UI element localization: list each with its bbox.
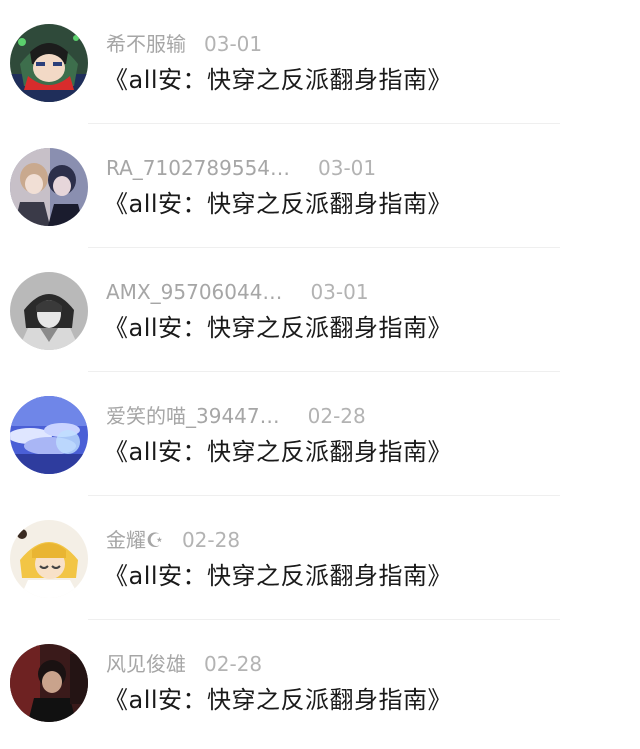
comment-meta: 希不服输 03-01 — [106, 30, 262, 58]
comment-text: 《all安：快穿之反派翻身指南》 — [104, 562, 453, 590]
avatar-blue-sky-icon — [10, 396, 88, 474]
user-avatar[interactable] — [10, 396, 88, 474]
comment-meta: RA_7102789554… 03-01 — [106, 154, 376, 182]
comment-item[interactable]: 希不服输 03-01 《all安：快穿之反派翻身指南》 — [0, 0, 640, 124]
comment-meta: 爱笑的喵_39447… 02-28 — [106, 402, 366, 430]
comment-item[interactable]: 金耀☪ 02-28 《all安：快穿之反派翻身指南》 — [0, 496, 640, 620]
comment-date: 03-01 — [204, 32, 263, 56]
comment-meta: 风见俊雄 02-28 — [106, 650, 262, 678]
avatar-green-hood-icon — [10, 24, 88, 102]
comment-date: 03-01 — [310, 280, 369, 304]
comment-item[interactable]: 爱笑的喵_39447… 02-28 《all安：快穿之反派翻身指南》 — [0, 372, 640, 496]
comment-list: 希不服输 03-01 《all安：快穿之反派翻身指南》 RA_7102789554… — [0, 0, 640, 749]
comment-item[interactable]: RA_7102789554… 03-01 《all安：快穿之反派翻身指南》 — [0, 124, 640, 248]
avatar-blonde-anime-icon — [10, 520, 88, 598]
comment-item[interactable]: AMX_95706044… 03-01 《all安：快穿之反派翻身指南》 — [0, 248, 640, 372]
username[interactable]: RA_7102789554… — [106, 154, 290, 182]
avatar-dark-photo-icon — [10, 644, 88, 722]
user-avatar[interactable] — [10, 24, 88, 102]
comment-date: 02-28 — [181, 528, 241, 552]
comment-date: 02-28 — [204, 652, 263, 676]
comment-date: 03-01 — [318, 156, 377, 180]
user-avatar[interactable] — [10, 272, 88, 350]
username[interactable]: 风见俊雄 — [106, 650, 186, 678]
username[interactable]: AMX_95706044… — [106, 278, 282, 306]
avatar-anime-duo-icon — [10, 148, 88, 226]
comment-text: 《all安：快穿之反派翻身指南》 — [104, 190, 453, 218]
comment-text: 《all安：快穿之反派翻身指南》 — [104, 314, 453, 342]
comment-meta: 金耀☪ 02-28 — [106, 526, 240, 554]
comment-date: 02-28 — [307, 404, 366, 428]
comment-item[interactable]: 风见俊雄 02-28 《all安：快穿之反派翻身指南》 — [0, 620, 640, 744]
avatar-grey-sketch-icon — [10, 272, 88, 350]
comment-meta: AMX_95706044… 03-01 — [106, 278, 369, 306]
comment-text: 《all安：快穿之反派翻身指南》 — [104, 66, 453, 94]
comment-text: 《all安：快穿之反派翻身指南》 — [104, 686, 453, 714]
username[interactable]: 爱笑的喵_39447… — [106, 402, 280, 430]
username[interactable]: 金耀☪ — [106, 526, 164, 554]
user-avatar[interactable] — [10, 148, 88, 226]
user-avatar[interactable] — [10, 644, 88, 722]
user-avatar[interactable] — [10, 520, 88, 598]
comment-text: 《all安：快穿之反派翻身指南》 — [104, 438, 453, 466]
username[interactable]: 希不服输 — [106, 30, 186, 58]
